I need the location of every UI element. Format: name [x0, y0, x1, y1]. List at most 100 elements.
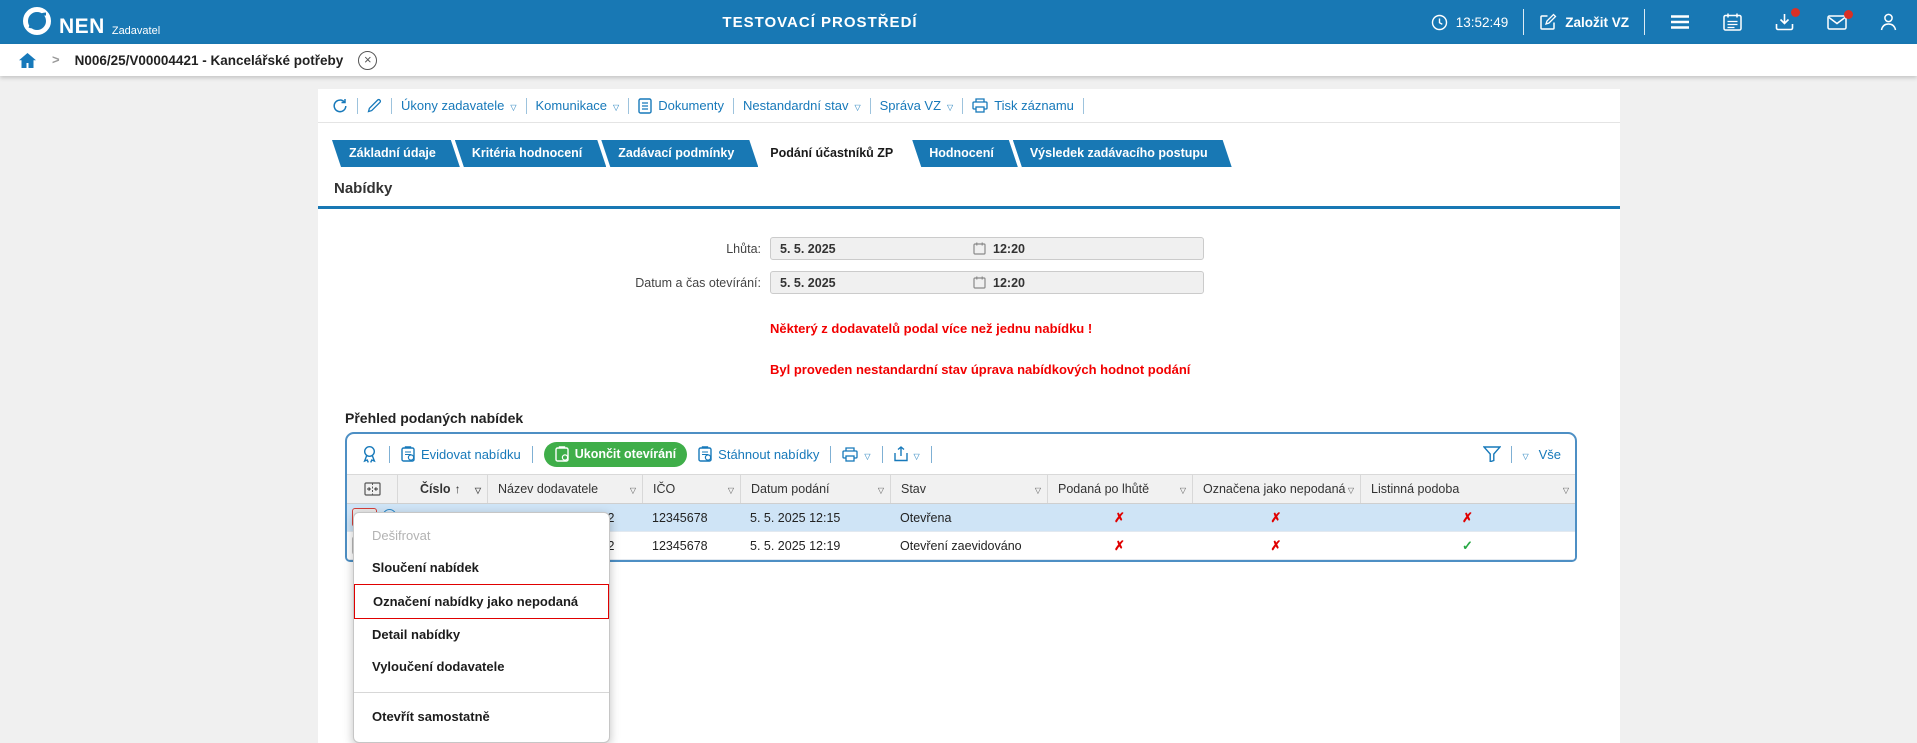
clock-value: 13:52:49	[1456, 15, 1509, 30]
award-button[interactable]	[361, 445, 378, 464]
lhuta-time-value[interactable]: 12:20	[993, 242, 1025, 256]
evidovat-nabidku-button[interactable]: Evidovat nabídku	[401, 446, 521, 462]
dropdown-caret-icon	[854, 98, 860, 113]
column-header-ico[interactable]: IČO	[642, 475, 740, 503]
column-label: Označena jako nepodaná	[1203, 482, 1345, 496]
edit-record-button[interactable]	[367, 98, 382, 113]
stahnout-nabidky-button[interactable]: Stáhnout nabídky	[698, 446, 819, 462]
menu-item-desifrovat: Dešifrovat	[354, 520, 609, 552]
tab-hodnoceni[interactable]: Hodnocení	[912, 140, 1018, 167]
funnel-icon	[1483, 446, 1501, 462]
column-header-listinna-podoba[interactable]: Listinná podoba	[1360, 475, 1575, 503]
cell-datum: 5. 5. 2025 12:19	[740, 532, 890, 559]
row-context-menu: Dešifrovat Sloučení nabídek Označení nab…	[353, 512, 610, 743]
home-icon[interactable]	[18, 52, 37, 69]
filter-button[interactable]	[1483, 446, 1501, 462]
tab-kriteria-hodnoceni[interactable]: Kritéria hodnocení	[455, 140, 606, 167]
menu-sprava-vz[interactable]: Správa VZ	[880, 98, 954, 113]
ukoncit-oteviranai-button[interactable]: Ukončit otevírání	[544, 442, 687, 467]
section-title: Nabídky	[318, 167, 1620, 206]
oteviranai-time-value[interactable]: 12:20	[993, 276, 1025, 290]
header-right-cluster: 13:52:49 Založit VZ	[1431, 9, 1897, 35]
calendar-icon[interactable]	[973, 242, 986, 255]
menu-dokumenty[interactable]: Dokumenty	[638, 98, 724, 114]
breadcrumb: N006/25/V00004421 - Kancelářské potřeby	[0, 44, 1917, 76]
calendar-icon[interactable]	[973, 276, 986, 289]
tab-vysledek-zadavaciho-postupu[interactable]: Výsledek zadávacího postupu	[1013, 140, 1232, 167]
menu-item-slouceni-nabidek[interactable]: Sloučení nabídek	[354, 552, 609, 584]
menu-item-oznaceni-nabidky-jako-nepodana[interactable]: Označení nabídky jako nepodaná	[354, 584, 609, 619]
nen-logo[interactable]: NEN Zadavatel	[22, 6, 160, 38]
dropdown-caret-icon	[510, 98, 516, 113]
column-header-oznacena-jako-nepodana[interactable]: Označena jako nepodaná	[1192, 475, 1360, 503]
history-refresh-button[interactable]	[332, 98, 348, 114]
grid-title: Přehled podaných nabídek	[345, 410, 1620, 426]
export-grid-button[interactable]	[894, 446, 920, 462]
messages-badge	[1844, 10, 1853, 19]
menu-nestandardni-stav[interactable]: Nestandardní stav	[743, 98, 861, 113]
main-menu-button[interactable]	[1670, 14, 1690, 30]
lhuta-field[interactable]: 5. 5. 2025 12:20	[770, 237, 1204, 260]
menu-separator	[354, 692, 609, 693]
column-label: Číslo	[420, 482, 451, 496]
column-filter-caret-icon[interactable]	[1180, 482, 1186, 496]
column-chooser-header[interactable]	[347, 475, 397, 503]
menu-item-otevrit-samostatne[interactable]: Otevřít samostatně	[354, 701, 609, 733]
menu-ukony-zadavatele[interactable]: Úkony zadavatele	[401, 98, 517, 113]
filter-vse-label[interactable]: Vše	[1539, 447, 1561, 462]
actions-divider	[1083, 98, 1084, 114]
column-header-cislo[interactable]: Číslo	[397, 475, 487, 503]
profile-button[interactable]	[1880, 13, 1897, 31]
lhuta-label: Lhůta:	[318, 242, 761, 256]
stahnout-label: Stáhnout nabídky	[718, 447, 819, 462]
menu-komunikace[interactable]: Komunikace	[536, 98, 620, 113]
actions-divider	[391, 98, 392, 114]
column-header-nazev-dodavatele[interactable]: Název dodavatele	[487, 475, 642, 503]
tab-zakladni-udaje[interactable]: Základní údaje	[332, 140, 460, 167]
download-tray-icon	[1775, 13, 1794, 31]
page-body: Úkony zadavatele Komunikace Dokumenty	[0, 76, 1917, 743]
menu-tisk-zaznamu[interactable]: Tisk záznamu	[972, 98, 1074, 113]
column-chooser-icon	[364, 482, 381, 496]
column-label: Podaná po lhůtě	[1058, 482, 1149, 496]
print-grid-button[interactable]	[842, 447, 870, 462]
cell-listinna-podoba: ✗	[1360, 504, 1575, 531]
lhuta-date-value[interactable]: 5. 5. 2025	[780, 242, 973, 256]
actions-divider	[870, 98, 871, 114]
dropdown-caret-icon	[914, 447, 920, 462]
printer-icon	[972, 98, 988, 113]
column-filter-caret-icon[interactable]	[475, 482, 481, 496]
column-header-stav[interactable]: Stav	[890, 475, 1047, 503]
record-tabs: Základní údaje Kritéria hodnocení Zadáva…	[332, 140, 1620, 167]
header-divider	[1644, 9, 1645, 35]
menu-item-vylouceni-dodavatele[interactable]: Vyloučení dodavatele	[354, 651, 609, 683]
column-filter-caret-icon[interactable]	[1348, 482, 1354, 496]
actions-divider	[962, 98, 963, 114]
column-filter-caret-icon[interactable]	[1035, 482, 1041, 496]
toolbar-divider	[882, 446, 883, 463]
menu-item-detail-nabidky[interactable]: Detail nabídky	[354, 619, 609, 651]
messages-button[interactable]	[1827, 15, 1847, 30]
column-header-podana-po-lhute[interactable]: Podaná po lhůtě	[1047, 475, 1192, 503]
oteviranai-date-value[interactable]: 5. 5. 2025	[780, 276, 973, 290]
cell-oznacena-nepodana: ✗	[1192, 504, 1360, 531]
breadcrumb-item[interactable]: N006/25/V00004421 - Kancelářské potřeby	[75, 53, 344, 68]
dropdown-caret-icon	[947, 98, 953, 113]
tab-zadavaci-podminky[interactable]: Zadávací podmínky	[601, 140, 758, 167]
toolbar-divider	[830, 446, 831, 463]
share-icon	[894, 446, 908, 462]
tab-podani-ucastniku-zp[interactable]: Podání účastníků ZP	[753, 140, 917, 167]
calendar-button[interactable]	[1723, 13, 1742, 31]
dropdown-caret-icon	[864, 447, 870, 462]
oteviranai-field[interactable]: 5. 5. 2025 12:20	[770, 271, 1204, 294]
column-header-datum-podani[interactable]: Datum podání	[740, 475, 890, 503]
close-tab-icon[interactable]	[358, 51, 377, 70]
column-filter-caret-icon[interactable]	[630, 482, 636, 496]
column-filter-caret-icon[interactable]	[878, 482, 884, 496]
downloads-badge	[1791, 8, 1800, 17]
column-filter-caret-icon[interactable]	[728, 482, 734, 496]
actions-divider	[628, 98, 629, 114]
zalozit-vz-button[interactable]: Založit VZ	[1539, 13, 1629, 31]
downloads-button[interactable]	[1775, 13, 1794, 31]
column-filter-caret-icon[interactable]	[1563, 482, 1569, 496]
